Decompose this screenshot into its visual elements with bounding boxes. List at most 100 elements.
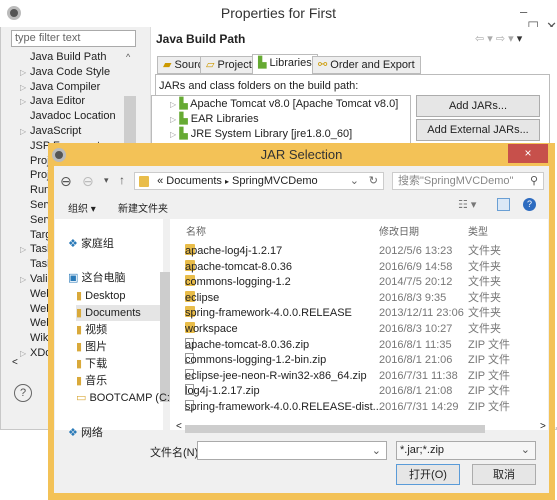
recent-dropdown-icon[interactable]: ▾	[104, 175, 109, 186]
filename-dropdown-icon[interactable]: ⌄	[372, 444, 381, 457]
tree-item-label: Proj	[30, 169, 50, 182]
nav-arrows[interactable]: ⇦ ▾ ⇨ ▾ ▾	[475, 32, 522, 45]
expand-icon[interactable]: ▷	[20, 346, 26, 361]
breadcrumb-sep: ▸	[224, 177, 229, 186]
file-date: 2016/7/31 14:29	[379, 401, 459, 413]
tree-item[interactable]: ▷ Java Code Style	[8, 65, 150, 80]
nav-icon: ❖	[68, 238, 78, 250]
tree-item-label: Java Build Path	[30, 51, 107, 63]
tree-item-label: Vali	[30, 273, 48, 285]
back-icon[interactable]: ⊖	[60, 173, 72, 190]
file-name: eclipse-jee-neon-R-win32-x86_64.zip	[185, 369, 367, 382]
nav-item[interactable]: ▮ 视频	[76, 322, 107, 338]
forward-icon[interactable]: ⊖	[82, 173, 94, 190]
file-row[interactable]: workspace 2016/8/3 10:27 文件夹	[185, 322, 545, 337]
nav-item[interactable]: ▣ 这台电脑	[68, 270, 125, 286]
file-row[interactable]: spring-framework-4.0.0.RELEASE 2013/12/11…	[185, 306, 545, 321]
expand-icon[interactable]: ▷	[20, 272, 26, 287]
expand-icon[interactable]: ▷	[20, 124, 26, 139]
nav-item[interactable]: ▮ 音乐	[76, 373, 107, 389]
nav-icon: ❖	[68, 427, 78, 439]
file-row[interactable]: eclipse-jee-neon-R-win32-x86_64.zip 2016/…	[185, 368, 545, 384]
column-type[interactable]: 类型	[468, 223, 488, 238]
tab-libraries[interactable]: ▙ Libraries	[252, 54, 318, 75]
expand-icon[interactable]: ▷	[170, 115, 176, 124]
file-date: 2016/6/9 14:58	[379, 260, 453, 273]
file-name: apache-tomcat-8.0.36	[185, 260, 293, 273]
view-options-icon[interactable]: ☷ ▾	[458, 198, 476, 211]
nav-label: Documents	[85, 307, 141, 319]
cancel-button[interactable]: 取消	[472, 464, 536, 485]
expand-icon[interactable]: ▷	[170, 130, 176, 139]
file-row[interactable]: apache-log4j-1.2.17 2012/5/6 13:23 文件夹	[185, 244, 545, 259]
file-row[interactable]: apache-tomcat-8.0.36.zip 2016/8/1 11:35 ZI…	[185, 337, 545, 353]
file-row[interactable]: eclipse 2016/8/3 9:35 文件夹	[185, 290, 545, 306]
help-icon[interactable]: ?	[14, 384, 32, 402]
up-icon[interactable]: ↑	[119, 173, 125, 187]
tree-item-label: JavaScript	[30, 125, 82, 137]
file-type: 文件夹	[468, 291, 501, 304]
breadcrumb-documents[interactable]: Documents	[166, 175, 222, 187]
nav-item[interactable]: ▭ BOOTCAMP (C:	[76, 390, 170, 406]
add-jars-button[interactable]: Add JARs...	[416, 95, 540, 117]
scroll-right-icon[interactable]: >	[540, 421, 546, 432]
add-external-jars-button[interactable]: Add External JARs...	[416, 119, 540, 141]
expand-icon[interactable]: ▷	[170, 100, 176, 109]
tree-item-label: Proj	[30, 154, 50, 167]
library-label: EAR Libraries	[190, 113, 259, 125]
file-row[interactable]: apache-tomcat-8.0.36 2016/6/9 14:58 文件夹	[185, 259, 545, 275]
file-row[interactable]: commons-logging-1.2-bin.zip 2016/8/1 21:0…	[185, 353, 545, 368]
nav-scrollbar[interactable]	[160, 272, 170, 402]
expand-icon[interactable]: ▷	[20, 80, 26, 95]
nav-item[interactable]: ▮ Documents	[76, 305, 160, 321]
close-button[interactable]: ×	[508, 144, 548, 163]
address-bar[interactable]: « Documents ▸ SpringMVCDemo ⌄ ↻	[134, 172, 384, 190]
nav-item[interactable]: ❖ 网络	[68, 425, 103, 441]
breadcrumb-overflow[interactable]: «	[157, 175, 163, 187]
library-item[interactable]: ▷ ▙ Apache Tomcat v8.0 [Apache Tomcat v8…	[170, 97, 398, 111]
tab-order-export[interactable]: ⚯ Order and Export	[312, 56, 421, 74]
filename-input[interactable]: ⌄	[197, 441, 387, 460]
file-hscrollbar[interactable]	[185, 425, 485, 433]
filetype-value: *.jar;*.zip	[400, 444, 445, 456]
nav-label: 家庭组	[80, 238, 114, 250]
file-row[interactable]: spring-framework-4.0.0.RELEASE-dist... 20…	[185, 400, 545, 415]
expand-icon[interactable]: ▷	[20, 242, 26, 257]
scroll-left-icon[interactable]: <	[12, 357, 18, 368]
nav-label: 图片	[85, 341, 108, 353]
nav-item[interactable]: ▮ 图片	[76, 339, 107, 355]
file-row[interactable]: log4j-1.2.17.zip 2016/8/1 21:08 ZIP 文件	[185, 384, 545, 399]
expand-icon[interactable]: ▷	[20, 94, 26, 109]
nav-label: 这台电脑	[81, 272, 126, 284]
file-name: apache-tomcat-8.0.36.zip	[185, 338, 310, 351]
nav-label: Desktop	[85, 290, 126, 302]
filter-input[interactable]: type filter text	[11, 30, 136, 47]
open-button[interactable]: 打开(O)	[396, 464, 460, 485]
file-row[interactable]: commons-logging-1.2 2014/7/5 20:12 文件夹	[185, 275, 545, 290]
tree-item-label: Java Code Style	[30, 65, 111, 78]
filetype-select[interactable]: *.jar;*.zip ⌄	[396, 441, 536, 460]
scroll-left-icon[interactable]: <	[176, 421, 182, 432]
breadcrumb-springmvcdemo[interactable]: SpringMVCDemo	[232, 175, 318, 187]
nav-label: 音乐	[85, 375, 108, 387]
refresh-icon[interactable]: ↻	[369, 173, 378, 189]
help-icon[interactable]: ?	[523, 198, 536, 211]
expand-icon[interactable]: ▷	[20, 65, 26, 80]
nav-item[interactable]: ❖ 家庭组	[68, 236, 114, 252]
library-item[interactable]: ▷ ▙ EAR Libraries	[170, 112, 259, 126]
column-name[interactable]: 名称	[186, 223, 206, 238]
file-type: ZIP 文件	[468, 401, 510, 413]
file-date: 2012/5/6 13:23	[379, 245, 453, 257]
library-label: Apache Tomcat v8.0 [Apache Tomcat v8.0]	[190, 98, 399, 110]
tree-item[interactable]: ▷ Java Compiler	[8, 80, 150, 95]
nav-item[interactable]: ▮ Desktop	[76, 288, 125, 304]
search-input[interactable]: 搜索"SpringMVCDemo" ⚲	[392, 172, 544, 190]
preview-pane-icon[interactable]	[497, 198, 510, 211]
new-folder-button[interactable]: 新建文件夹	[118, 200, 168, 215]
library-item[interactable]: ▷ ▙ JRE System Library [jre1.8.0_60]	[170, 127, 352, 141]
scroll-up-icon[interactable]: ^	[126, 52, 130, 62]
organize-button[interactable]: 组织 ▾	[68, 200, 96, 215]
column-date[interactable]: 修改日期	[379, 223, 419, 238]
address-dropdown-icon[interactable]: ⌄	[350, 173, 359, 189]
nav-item[interactable]: ▮ 下载	[76, 356, 107, 372]
